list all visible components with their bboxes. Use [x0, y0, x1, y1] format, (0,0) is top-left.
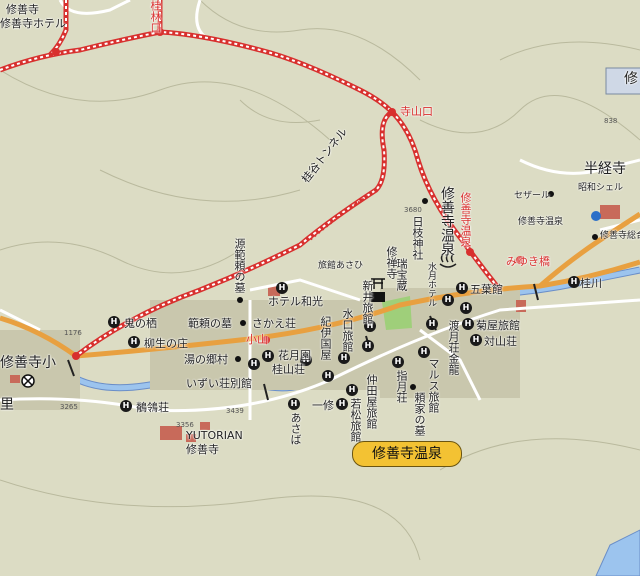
- label-hotel-wako: ホテル和光: [268, 295, 323, 308]
- poi-dot-noriyori: [240, 320, 246, 326]
- label-kikuya: 菊屋旅館: [476, 319, 520, 332]
- label-shuzenji-hotel: 修善寺ホテル: [0, 17, 66, 30]
- hotel-marker-asaba[interactable]: H: [288, 398, 300, 410]
- label-katsuragawa: 桂川: [580, 277, 602, 290]
- hotel-marker-shigetsu[interactable]: H: [392, 356, 404, 368]
- hotel-marker-wako[interactable]: H: [276, 282, 288, 294]
- pond: [595, 529, 640, 576]
- label-kinokuniya: 紀伊国屋: [319, 316, 332, 360]
- label-mizuki-hotel: 水月ホテル: [426, 262, 436, 307]
- label-shuzenji-temple-sign: 修禅寺: [385, 246, 398, 279]
- label-area-shuzenji-onsen: 修善寺温泉: [439, 186, 455, 256]
- hotel-marker-kazetsuki[interactable]: H: [262, 350, 274, 362]
- label-mizuguchi: 水口旅館: [341, 308, 354, 352]
- hotel-marker-extra[interactable]: H: [460, 302, 472, 314]
- label-sekireiso: 鶺鴒荘: [136, 401, 169, 414]
- road-number: 1176: [64, 329, 82, 337]
- label-minamoto-grave: 源範頼の墓: [233, 238, 246, 293]
- label-watarikane: 渡月荘金龍: [447, 320, 460, 375]
- label-edge-town: 修: [624, 71, 638, 87]
- label-stop-miyukibashi: みゆき橋: [506, 255, 550, 268]
- poi-dot-minamoto: [237, 297, 243, 303]
- label-noriyori-grave: 範頼の墓: [188, 317, 232, 330]
- town-blocks: [0, 288, 520, 410]
- label-hannyokyo: 半経寺: [584, 161, 626, 177]
- label-kazetsuki: 花月園: [278, 349, 311, 362]
- hotel-marker-arai[interactable]: H: [322, 370, 334, 382]
- hotel-marker-taisanso[interactable]: H: [470, 334, 482, 346]
- map-layers: [0, 0, 640, 576]
- label-asaba: あさば: [289, 412, 302, 445]
- label-ryuseino: 柳生の庄: [144, 337, 188, 350]
- label-masuya: マルス旅館: [427, 358, 440, 413]
- hotel-marker-katsuragawa[interactable]: H: [568, 276, 580, 288]
- hotel-marker-ryuseino[interactable]: H: [128, 336, 140, 348]
- hotel-marker-mizuki[interactable]: H: [442, 294, 454, 306]
- label-stop-onsen: 修善寺温泉: [459, 192, 472, 247]
- hotel-marker-godaiyakan[interactable]: H: [456, 282, 468, 294]
- label-shuzenji-hotel-line1: 修善寺: [6, 3, 39, 16]
- label-shuzenji-sogo: 修善寺総合: [600, 231, 640, 241]
- label-shuzenji-temple: 修善寺: [186, 443, 219, 456]
- label-arai: 新井旅館: [361, 280, 374, 324]
- hotel-marker-sekireiso[interactable]: H: [120, 400, 132, 412]
- label-godaiyakan: 五葉館: [470, 283, 503, 296]
- hotel-marker-masuya[interactable]: H: [418, 346, 430, 358]
- label-shigetsu: 指月荘: [395, 370, 408, 403]
- poi-dot-onsen: [422, 198, 428, 204]
- road-number: 3265: [60, 403, 78, 411]
- poi-dot-sogo: [592, 234, 598, 240]
- road-number: 3680: [404, 206, 422, 214]
- hotel-marker-izubessou[interactable]: H: [248, 358, 260, 370]
- label-katsurayamaso: 桂山荘: [272, 363, 305, 376]
- label-ichiyo: 一修: [312, 399, 334, 412]
- label-stop-keiringuchi: 桂林口: [149, 0, 162, 33]
- poi-dot-yoritomo: [410, 384, 416, 390]
- label-ryokan-asahi: 旅館あさひ: [318, 261, 364, 271]
- label-sakaeso: さかえ荘: [252, 317, 296, 330]
- hotel-marker-watarikane[interactable]: H: [426, 318, 438, 330]
- label-hitsuji-shrine: 日枝神社: [411, 216, 424, 260]
- hotel-marker-mizuguchi[interactable]: H: [338, 352, 350, 364]
- label-stop-koyama: 小山: [246, 333, 268, 346]
- hotel-marker-wakamatsu[interactable]: H: [336, 398, 348, 410]
- label-stop-terayamaguchi: 寺山口: [400, 105, 433, 118]
- hotel-marker-kikuya[interactable]: H: [462, 318, 474, 330]
- poi-dot-yunogo: [235, 356, 241, 362]
- label-nakadahai: 仲田屋旅館: [365, 374, 378, 429]
- hotel-marker-ryokan-a[interactable]: H: [362, 340, 374, 352]
- label-wakamatsu: 若松旅館: [349, 398, 362, 442]
- label-taisanso: 対山荘: [484, 335, 517, 348]
- map-canvas[interactable]: H H H H H H H H H H H H H H H H H H H H …: [0, 0, 640, 576]
- label-yutorian: YUTORIAN: [186, 429, 243, 442]
- hotel-marker-nakadahai[interactable]: H: [346, 384, 358, 396]
- label-yunogosato: 湯の郷村: [184, 353, 228, 366]
- label-elementary-school: 修善寺小: [0, 355, 56, 371]
- label-izubessou: いずい荘別館: [186, 377, 252, 390]
- road-number: 3356: [176, 421, 194, 429]
- label-onitsuta: 鬼の栖: [124, 317, 157, 330]
- label-yoritomo-grave: 頼家の墓: [413, 392, 426, 436]
- road-number: 3439: [226, 407, 244, 415]
- road-number: 838: [604, 117, 618, 125]
- label-shuzenji-onsen-building: 修善寺温泉: [518, 217, 564, 227]
- label-sezaru: セザール: [514, 191, 551, 201]
- hotel-marker-onitsuta[interactable]: H: [108, 316, 120, 328]
- label-sato: 里: [0, 397, 14, 413]
- area-name-badge: 修善寺温泉: [352, 441, 462, 467]
- label-showa-shell: 昭和シェル: [578, 183, 624, 193]
